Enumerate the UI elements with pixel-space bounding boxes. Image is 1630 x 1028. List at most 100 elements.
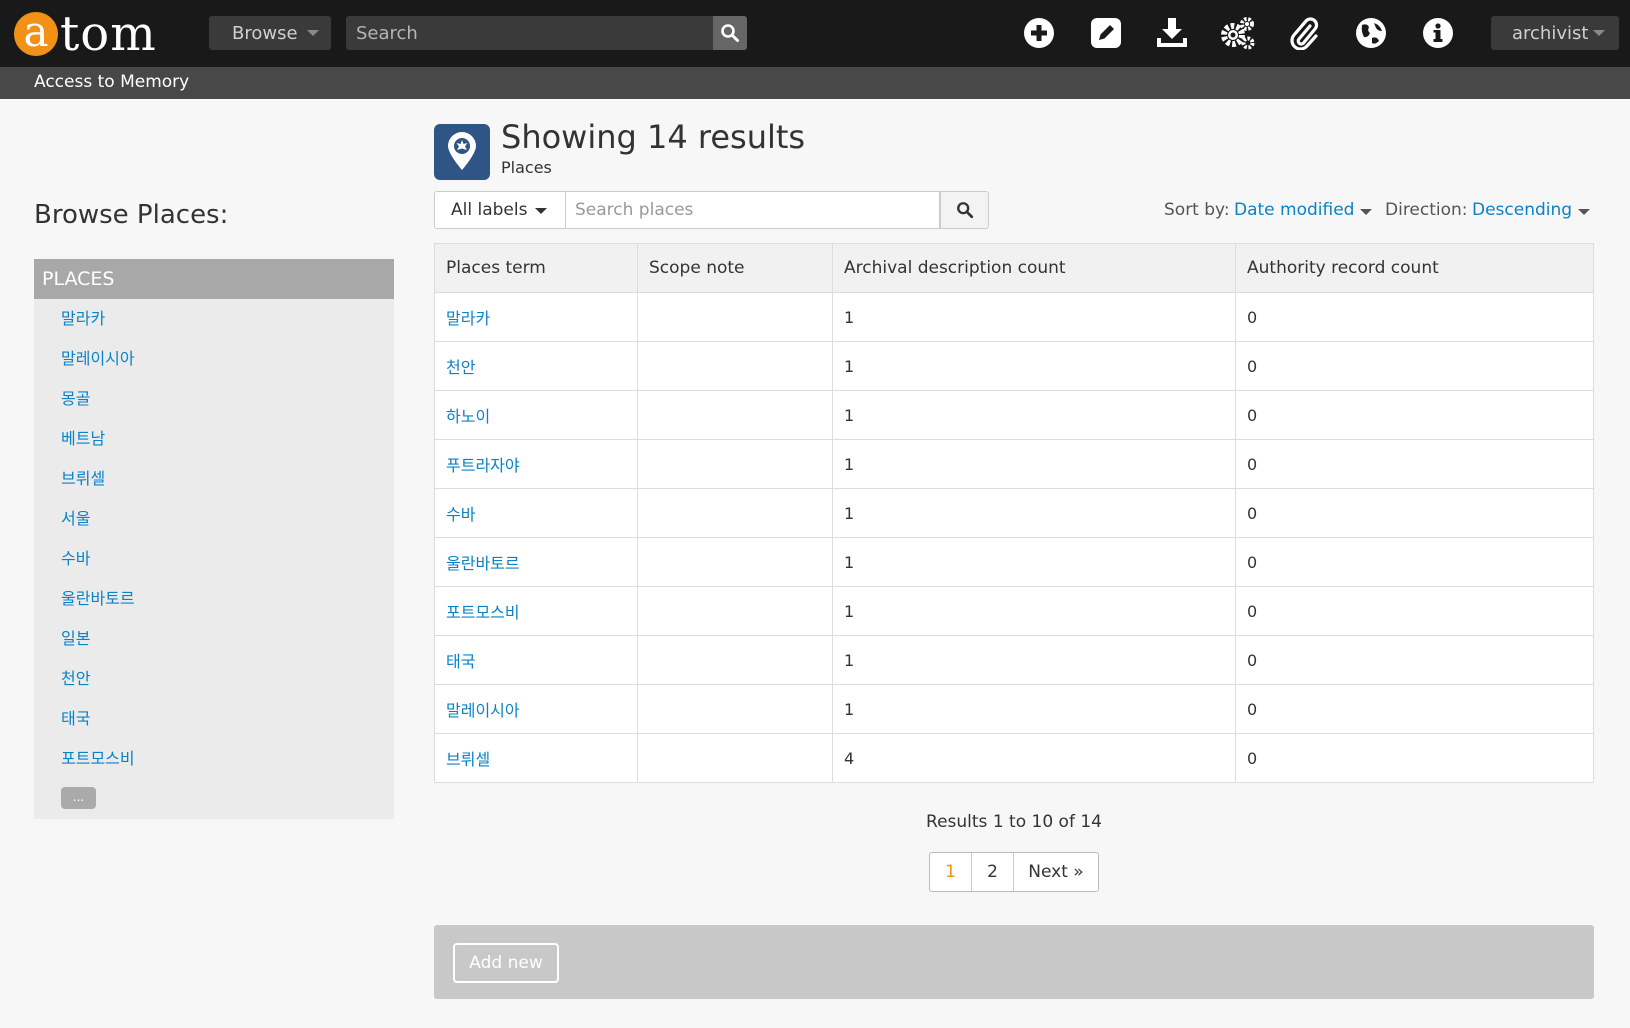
places-term-link[interactable]: 천안 bbox=[446, 358, 475, 377]
globe-icon bbox=[1356, 18, 1386, 48]
places-map-pin-icon bbox=[434, 124, 490, 180]
sort-by-dropdown[interactable]: Date modified bbox=[1234, 200, 1354, 220]
scope-note-cell bbox=[637, 733, 833, 783]
scope-note-cell bbox=[637, 488, 833, 538]
authority-count-cell: 0 bbox=[1235, 341, 1594, 391]
plus-circle-icon bbox=[1024, 18, 1054, 48]
admin-menu-button[interactable] bbox=[1219, 14, 1257, 52]
facet-item[interactable]: 천안 bbox=[34, 659, 394, 699]
facet-item[interactable]: 베트남 bbox=[34, 419, 394, 459]
global-search-input[interactable] bbox=[346, 16, 713, 50]
page-subtitle: Places bbox=[501, 158, 552, 177]
import-menu-button[interactable] bbox=[1153, 14, 1191, 52]
next-page-link[interactable]: Next » bbox=[1014, 853, 1098, 891]
manage-menu-button[interactable] bbox=[1087, 14, 1125, 52]
scope-note-cell bbox=[637, 635, 833, 685]
places-term-cell: 하노이 bbox=[434, 390, 638, 440]
search-icon bbox=[721, 24, 739, 42]
authority-count-cell: 0 bbox=[1235, 733, 1594, 783]
table-row: 브뤼셀 4 0 bbox=[434, 733, 1594, 783]
chevron-down-icon bbox=[307, 30, 319, 36]
add-menu-button[interactable] bbox=[1020, 14, 1058, 52]
places-term-link[interactable]: 수바 bbox=[446, 505, 475, 524]
facet-item[interactable]: 서울 bbox=[34, 499, 394, 539]
download-icon bbox=[1157, 18, 1187, 47]
facet-item-link[interactable]: 몽골 bbox=[61, 389, 90, 408]
clipboard-menu-button[interactable] bbox=[1285, 14, 1323, 52]
table-header-row: Places term Scope note Archival descript… bbox=[434, 243, 1594, 293]
authority-count-cell: 0 bbox=[1235, 586, 1594, 636]
places-term-cell: 울란바토르 bbox=[434, 537, 638, 587]
language-menu-button[interactable] bbox=[1352, 14, 1390, 52]
places-term-cell: 천안 bbox=[434, 341, 638, 391]
page-1-current: 1 bbox=[930, 853, 972, 891]
facet-item-link[interactable]: 말라카 bbox=[61, 309, 105, 328]
facet-item-link[interactable]: 브뤼셀 bbox=[61, 469, 105, 488]
labels-filter-label: All labels bbox=[451, 200, 528, 220]
facet-item-link[interactable]: 말레이시아 bbox=[61, 349, 135, 368]
facet-item[interactable]: 태국 bbox=[34, 699, 394, 739]
site-name[interactable]: Access to Memory bbox=[34, 72, 189, 92]
places-term-link[interactable]: 말레이시아 bbox=[446, 701, 520, 720]
authority-count-cell: 0 bbox=[1235, 390, 1594, 440]
facet-item[interactable]: 포트모스비 bbox=[34, 739, 394, 779]
browse-places-heading: Browse Places: bbox=[34, 200, 229, 230]
facet-item[interactable]: 울란바토르 bbox=[34, 579, 394, 619]
actions-bar: Add new bbox=[434, 925, 1594, 999]
facet-item-link[interactable]: 서울 bbox=[61, 509, 90, 528]
facet-more-button[interactable]: ... bbox=[61, 787, 96, 809]
labels-filter-dropdown[interactable]: All labels bbox=[434, 191, 566, 229]
places-term-cell: 포트모스비 bbox=[434, 586, 638, 636]
user-menu-button[interactable]: archivist bbox=[1491, 16, 1619, 50]
table-row: 울란바토르 1 0 bbox=[434, 537, 1594, 587]
authority-count-cell: 0 bbox=[1235, 537, 1594, 587]
paperclip-icon bbox=[1290, 17, 1319, 50]
places-term-link[interactable]: 브뤼셀 bbox=[446, 750, 490, 769]
atom-logo[interactable]: a tom bbox=[14, 6, 157, 62]
places-term-link[interactable]: 포트모스비 bbox=[446, 603, 520, 622]
description-count-cell: 1 bbox=[832, 635, 1236, 685]
facet-item[interactable]: 몽골 bbox=[34, 379, 394, 419]
facet-item[interactable]: 브뤼셀 bbox=[34, 459, 394, 499]
facet-item[interactable]: 말레이시아 bbox=[34, 339, 394, 379]
facet-item-link[interactable]: 포트모스비 bbox=[61, 749, 135, 768]
browse-menu-button[interactable]: Browse bbox=[209, 16, 331, 50]
description-count-cell: 1 bbox=[832, 586, 1236, 636]
places-term-link[interactable]: 울란바토르 bbox=[446, 554, 520, 573]
table-row: 말레이시아 1 0 bbox=[434, 684, 1594, 734]
chevron-down-icon[interactable] bbox=[1360, 209, 1372, 215]
search-places-button[interactable] bbox=[940, 191, 989, 229]
places-term-link[interactable]: 태국 bbox=[446, 652, 475, 671]
facet-item[interactable]: 말라카 bbox=[34, 299, 394, 339]
scope-note-cell bbox=[637, 684, 833, 734]
chevron-down-icon[interactable] bbox=[1578, 209, 1590, 215]
places-term-link[interactable]: 푸트라자야 bbox=[446, 456, 520, 475]
description-count-cell: 1 bbox=[832, 341, 1236, 391]
facet-item-link[interactable]: 베트남 bbox=[61, 429, 105, 448]
facet-item[interactable]: 일본 bbox=[34, 619, 394, 659]
facet-item-link[interactable]: 천안 bbox=[61, 669, 90, 688]
facet-item-link[interactable]: 울란바토르 bbox=[61, 589, 135, 608]
facet-item[interactable]: 수바 bbox=[34, 539, 394, 579]
add-new-button[interactable]: Add new bbox=[453, 943, 559, 983]
user-name: archivist bbox=[1512, 22, 1589, 44]
site-name-bar: Access to Memory bbox=[0, 67, 1630, 99]
facet-item-link[interactable]: 수바 bbox=[61, 549, 90, 568]
table-row: 천안 1 0 bbox=[434, 341, 1594, 391]
table-row: 태국 1 0 bbox=[434, 635, 1594, 685]
direction-dropdown[interactable]: Descending bbox=[1472, 200, 1572, 220]
places-term-cell: 푸트라자야 bbox=[434, 439, 638, 489]
browse-label: Browse bbox=[232, 22, 298, 44]
description-count-cell: 4 bbox=[832, 733, 1236, 783]
column-header-scope-note: Scope note bbox=[637, 243, 833, 293]
facet-item-link[interactable]: 일본 bbox=[61, 629, 90, 648]
global-search-button[interactable] bbox=[713, 16, 747, 50]
page-2-link[interactable]: 2 bbox=[972, 853, 1014, 891]
results-summary: Results 1 to 10 of 14 bbox=[926, 812, 1102, 832]
places-term-link[interactable]: 하노이 bbox=[446, 407, 490, 426]
facet-item-link[interactable]: 태국 bbox=[61, 709, 90, 728]
search-places-input[interactable] bbox=[566, 191, 940, 229]
quick-links-menu-button[interactable] bbox=[1419, 14, 1457, 52]
places-term-link[interactable]: 말라카 bbox=[446, 309, 490, 328]
authority-count-cell: 0 bbox=[1235, 684, 1594, 734]
